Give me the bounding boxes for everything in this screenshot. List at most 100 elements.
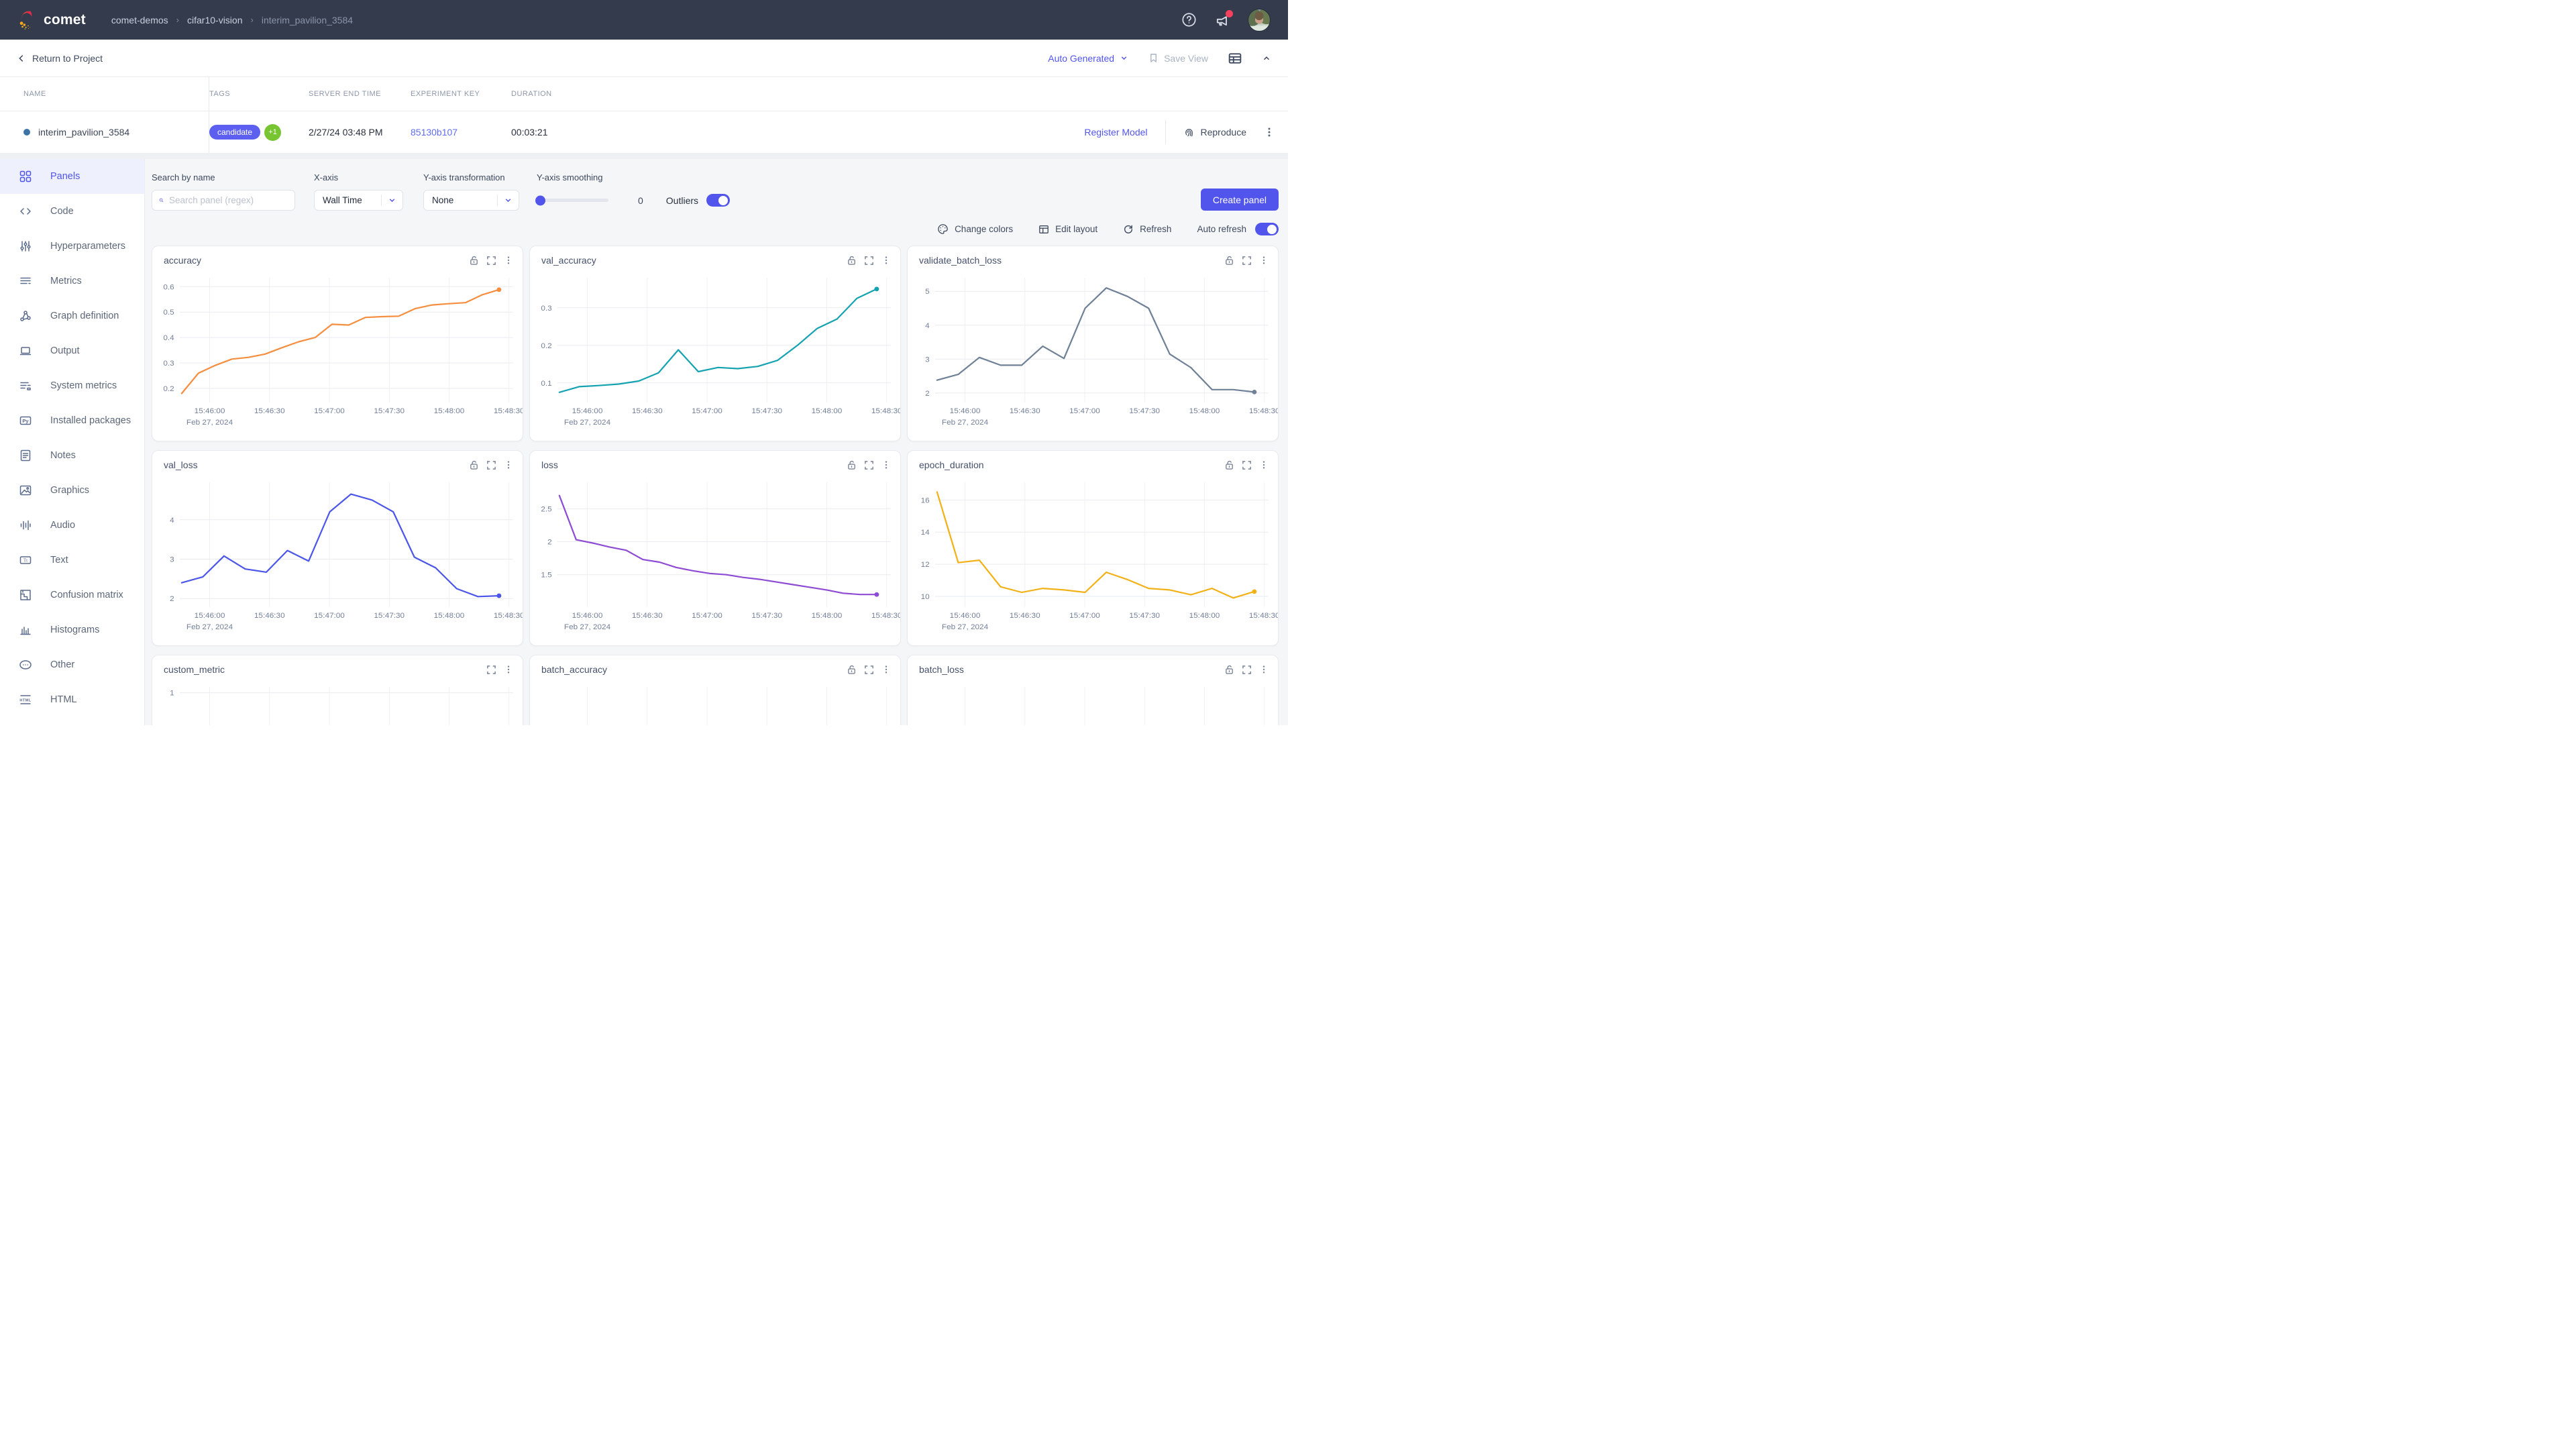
breadcrumb-separator-icon: › — [176, 15, 179, 25]
fullscreen-icon[interactable] — [864, 256, 874, 266]
sidebar-item-system-metrics[interactable]: System metrics — [0, 368, 144, 403]
experiment-key-link[interactable]: 85130b107 — [411, 127, 458, 138]
search-input[interactable] — [169, 195, 288, 205]
sidebar-item-html[interactable]: HTML HTML — [0, 682, 144, 717]
panel-card-accuracy: accuracy — [152, 246, 523, 441]
outliers-toggle[interactable] — [706, 194, 730, 207]
sidebar-item-hyperparameters[interactable]: Hyperparameters — [0, 229, 144, 264]
svg-text:Feb 27, 2024: Feb 27, 2024 — [186, 418, 233, 427]
sidebar-item-histograms[interactable]: Histograms — [0, 612, 144, 647]
svg-text:4: 4 — [925, 321, 930, 330]
ytrans-select[interactable]: None — [423, 190, 519, 211]
lock-icon[interactable] — [847, 460, 857, 470]
panel-menu-icon[interactable] — [1259, 460, 1269, 470]
announcements-icon[interactable] — [1214, 12, 1230, 28]
save-view-button[interactable]: Save View — [1148, 53, 1208, 64]
breadcrumb-item[interactable]: cifar10-vision — [187, 15, 242, 25]
sidebar-item-label: Graph definition — [50, 311, 119, 321]
lock-icon[interactable] — [1224, 664, 1234, 675]
line-chart: 15:46:00Feb 27, 202415:46:3015:47:0015:4… — [908, 680, 1278, 725]
svg-text:10: 10 — [921, 592, 930, 601]
refresh-button[interactable]: Refresh — [1123, 224, 1171, 235]
fullscreen-icon[interactable] — [486, 460, 496, 470]
create-panel-button[interactable]: Create panel — [1201, 189, 1279, 211]
lock-icon[interactable] — [847, 664, 857, 675]
change-colors-label: Change colors — [955, 224, 1013, 234]
change-colors-button[interactable]: Change colors — [937, 223, 1013, 235]
panel-menu-icon[interactable] — [881, 256, 891, 265]
line-chart: 15:46:00Feb 27, 202415:46:3015:47:0015:4… — [908, 476, 1278, 635]
view-selector-dropdown[interactable]: Auto Generated — [1048, 53, 1128, 64]
smoothing-slider[interactable] — [537, 199, 608, 202]
sidebar-item-label: Output — [50, 345, 80, 356]
output-icon — [19, 344, 32, 358]
svg-text:15:48:00: 15:48:00 — [434, 611, 465, 620]
sidebar-item-confusion-matrix[interactable]: Confusion matrix — [0, 578, 144, 612]
fullscreen-icon[interactable] — [1242, 665, 1252, 675]
lock-icon[interactable] — [1224, 255, 1234, 266]
column-server-end-time: SERVER END TIME — [309, 90, 411, 98]
panel-menu-icon[interactable] — [1259, 256, 1269, 265]
comet-logo[interactable]: comet — [17, 10, 86, 30]
reproduce-label: Reproduce — [1201, 127, 1247, 138]
panel-menu-icon[interactable] — [1259, 665, 1269, 674]
lock-icon[interactable] — [1224, 460, 1234, 470]
svg-text:HTML: HTML — [19, 698, 31, 702]
fullscreen-icon[interactable] — [1242, 256, 1252, 266]
svg-text:5: 5 — [925, 287, 930, 296]
lock-icon[interactable] — [847, 255, 857, 266]
sidebar-item-installed-packages[interactable]: Py Installed packages — [0, 403, 144, 438]
panel-menu-icon[interactable] — [504, 665, 513, 674]
svg-text:15:48:00: 15:48:00 — [434, 407, 465, 415]
fullscreen-icon[interactable] — [486, 256, 496, 266]
panel-title: batch_loss — [919, 664, 964, 675]
sidebar-item-graphics[interactable]: Graphics — [0, 473, 144, 508]
register-model-button[interactable]: Register Model — [1084, 127, 1147, 138]
svg-text:15:47:00: 15:47:00 — [692, 407, 722, 415]
line-chart: 15:46:00Feb 27, 202415:46:3015:47:0015:4… — [530, 271, 900, 431]
lock-icon[interactable] — [469, 460, 479, 470]
tag-candidate[interactable]: candidate — [209, 125, 260, 140]
sidebar-item-other[interactable]: Other — [0, 647, 144, 682]
sidebar-item-output[interactable]: Output — [0, 333, 144, 368]
fullscreen-icon[interactable] — [1242, 460, 1252, 470]
tag-more-count[interactable]: +1 — [264, 124, 281, 141]
panel-menu-icon[interactable] — [504, 256, 513, 265]
avatar[interactable] — [1248, 9, 1271, 32]
reproduce-button[interactable]: Reproduce — [1183, 127, 1247, 138]
sidebar-item-notes[interactable]: Notes — [0, 438, 144, 473]
fullscreen-icon[interactable] — [486, 665, 496, 675]
edit-layout-button[interactable]: Edit layout — [1038, 224, 1097, 235]
sidebar-item-text[interactable]: Tt Text — [0, 543, 144, 578]
panel-menu-icon[interactable] — [504, 460, 513, 470]
sidebar-item-panels[interactable]: Panels — [0, 159, 144, 194]
auto-refresh-toggle[interactable] — [1255, 223, 1279, 235]
collapse-header-icon[interactable] — [1262, 54, 1271, 63]
panel-menu-icon[interactable] — [881, 665, 891, 674]
lock-icon[interactable] — [469, 255, 479, 266]
breadcrumb-separator-icon: › — [251, 15, 254, 25]
svg-text:2: 2 — [925, 389, 930, 398]
fullscreen-icon[interactable] — [864, 460, 874, 470]
breadcrumb-item[interactable]: interim_pavilion_3584 — [262, 15, 353, 25]
return-to-project-link[interactable]: Return to Project — [17, 53, 103, 64]
xaxis-select[interactable]: Wall Time — [314, 190, 403, 211]
help-icon[interactable] — [1181, 12, 1197, 28]
sidebar-item-audio[interactable]: Audio — [0, 508, 144, 543]
slider-thumb[interactable] — [535, 195, 545, 205]
sidebar-item-code[interactable]: Code — [0, 194, 144, 229]
sidebar-item-metrics[interactable]: Metrics — [0, 264, 144, 299]
sidebar-item-label: Confusion matrix — [50, 590, 123, 600]
svg-text:15:48:30: 15:48:30 — [871, 611, 900, 620]
audio-icon — [19, 519, 32, 532]
table-view-icon[interactable] — [1228, 52, 1242, 65]
fullscreen-icon[interactable] — [864, 665, 874, 675]
sidebar-item-label: Metrics — [50, 276, 82, 286]
breadcrumb-item[interactable]: comet-demos — [111, 15, 168, 25]
experiment-name[interactable]: interim_pavilion_3584 — [38, 127, 129, 138]
text-icon: Tt — [19, 553, 32, 567]
sidebar-item-graph-definition[interactable]: Graph definition — [0, 299, 144, 333]
row-menu-icon[interactable] — [1264, 127, 1275, 138]
search-input-wrap — [152, 190, 295, 211]
panel-menu-icon[interactable] — [881, 460, 891, 470]
